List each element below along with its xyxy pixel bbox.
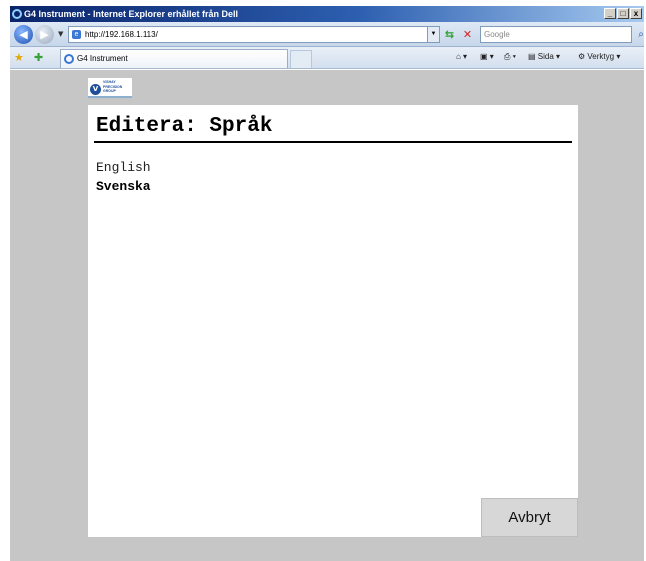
refresh-button[interactable]: ⇆: [442, 27, 457, 42]
maximize-button[interactable]: □: [617, 8, 629, 19]
print-icon[interactable]: ⎙ ▾: [504, 52, 516, 62]
address-input[interactable]: e http://192.168.1.113/ ▼: [68, 26, 440, 43]
title-divider: [94, 141, 572, 143]
favorites-star-icon[interactable]: ★: [14, 51, 24, 64]
address-dropdown-icon[interactable]: ▼: [427, 27, 439, 42]
arrow-right-icon: ▶: [40, 28, 49, 41]
language-option-english[interactable]: English: [96, 160, 151, 175]
stop-button[interactable]: ✕: [460, 27, 475, 42]
company-logo: V VISHAY PRECISION GROUP: [88, 78, 132, 98]
logo-line-3: GROUP: [103, 89, 116, 93]
page-title: Editera: Språk: [96, 115, 273, 138]
forward-button[interactable]: ▶: [35, 25, 54, 44]
back-button[interactable]: ◀: [14, 25, 33, 44]
address-toolbar: ◀ ▶ ▼ e http://192.168.1.113/ ▼ ⇆ ✕ Goog…: [10, 22, 644, 47]
address-value: http://192.168.1.113/: [85, 30, 158, 39]
logo-line-1: VISHAY: [103, 80, 116, 84]
internet-explorer-icon: [12, 9, 22, 19]
arrow-left-icon: ◀: [19, 28, 28, 41]
window-controls: _ □ x: [604, 8, 642, 19]
new-tab-button[interactable]: [290, 50, 312, 68]
search-icon[interactable]: ⌕: [634, 27, 646, 42]
cancel-button[interactable]: Avbryt: [481, 498, 578, 537]
logo-text: VISHAY PRECISION GROUP: [103, 80, 122, 94]
minimize-button[interactable]: _: [604, 8, 616, 19]
language-edit-panel: Editera: Språk English Svenska Avbryt: [88, 105, 578, 537]
page-icon: e: [72, 30, 81, 39]
tab-title: G4 Instrument: [77, 54, 128, 63]
search-placeholder: Google: [484, 30, 510, 39]
tools-menu[interactable]: ⚙ Verktyg ▾: [578, 52, 620, 61]
feeds-icon[interactable]: ▣ ▾: [480, 52, 494, 61]
home-icon[interactable]: ⌂ ▾: [456, 52, 467, 61]
page-menu[interactable]: ▤ Sida ▾: [528, 52, 560, 61]
tab-g4-instrument[interactable]: G4 Instrument: [60, 49, 288, 68]
add-favorite-icon[interactable]: ✚: [34, 51, 43, 64]
logo-line-2: PRECISION: [103, 84, 123, 89]
window-title-bar[interactable]: G4 Instrument - Internet Explorer erhåll…: [10, 6, 644, 22]
language-option-svenska[interactable]: Svenska: [96, 179, 151, 194]
internet-explorer-icon: [64, 54, 74, 64]
window-title: G4 Instrument - Internet Explorer erhåll…: [24, 9, 239, 19]
tools-menu-label: Verktyg: [587, 52, 615, 61]
page-menu-label: Sida: [537, 52, 554, 61]
tab-command-bar: ★ ✚ G4 Instrument ⌂ ▾ ▣ ▾ ⎙ ▾ ▤ Sida ▾ ⚙…: [10, 47, 644, 69]
history-dropdown-icon[interactable]: ▼: [58, 30, 63, 38]
close-button[interactable]: x: [630, 8, 642, 19]
logo-mark-icon: V: [90, 84, 101, 95]
search-input[interactable]: Google: [480, 26, 632, 43]
